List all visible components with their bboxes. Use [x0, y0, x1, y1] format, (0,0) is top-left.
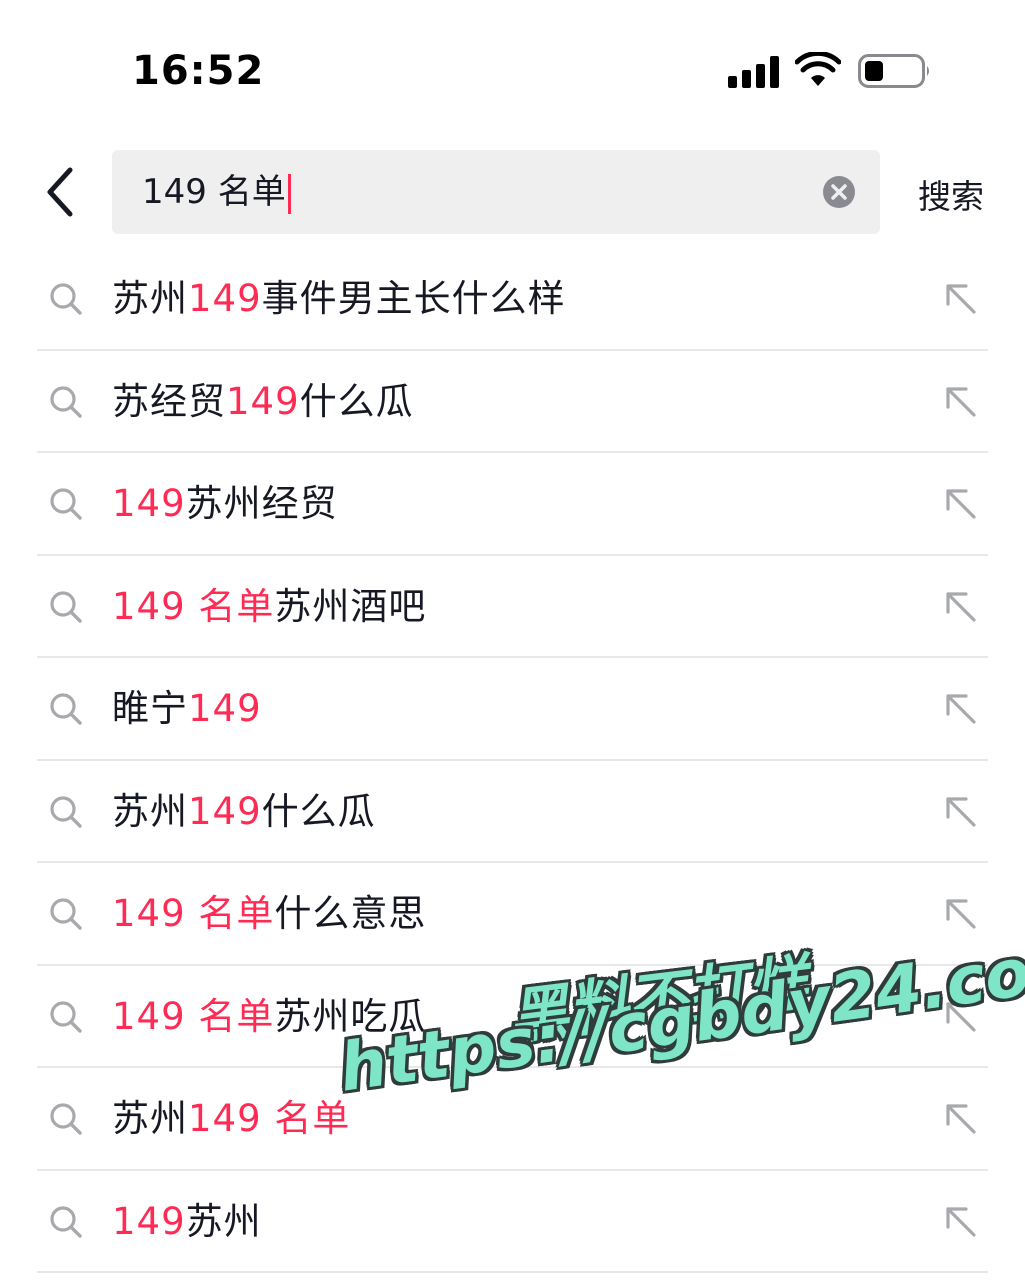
suggestion-item[interactable]: 苏州149什么瓜 [0, 761, 1025, 864]
search-icon [50, 1000, 82, 1033]
suggestion-item[interactable]: 苏州149 名单 [0, 1068, 1025, 1171]
back-button[interactable] [36, 160, 88, 224]
suggestion-item[interactable]: 149 名单苏州吃瓜 [0, 966, 1025, 1069]
search-suggestions-screen: 16:52 149 名单 搜索 苏州149事件男主长什么样 苏经贸149什么瓜 … [0, 0, 1025, 1280]
suggestion-text: 苏州149 名单 [112, 1068, 350, 1170]
suggestion-segment: 苏经贸 [112, 379, 226, 423]
search-icon [50, 283, 82, 315]
text-caret [288, 174, 291, 214]
suggestion-text: 苏州149什么瓜 [112, 761, 376, 863]
suggestion-segment: 苏州酒吧 [274, 584, 427, 628]
suggestion-highlight: 149 名单 [112, 892, 275, 935]
battery-icon [858, 54, 929, 88]
suggestion-highlight: 149 [226, 379, 300, 423]
fill-query-arrow-icon[interactable] [940, 381, 980, 421]
suggestion-segment: 苏州 [112, 1097, 188, 1140]
search-icon [50, 795, 82, 828]
suggestion-segment: 苏州 [185, 1199, 262, 1243]
search-input[interactable]: 149 名单 [142, 150, 286, 234]
suggestion-item[interactable]: 149苏州 [0, 1171, 1025, 1274]
suggestion-segment: 什么瓜 [299, 379, 414, 423]
fill-query-arrow-icon[interactable] [940, 893, 980, 933]
search-submit-button[interactable]: 搜索 [918, 170, 984, 218]
suggestion-highlight: 149 [112, 1199, 186, 1243]
suggestion-text: 苏州149事件男主长什么样 [112, 248, 566, 350]
suggestion-item[interactable]: 149 名单苏州酒吧 [0, 556, 1025, 659]
fill-query-arrow-icon[interactable] [940, 1201, 980, 1241]
search-icon [50, 385, 82, 418]
suggestion-highlight: 149 [112, 482, 186, 525]
suggestion-text: 睢宁149 [112, 658, 262, 760]
suggestion-highlight: 149 [188, 789, 262, 833]
suggestion-highlight: 149 名单 [188, 1097, 351, 1140]
suggestion-list: 苏州149事件男主长什么样 苏经贸149什么瓜 149苏州经贸 149 名单苏州酒吧睢… [0, 248, 1025, 1273]
suggestion-segment: 苏州 [112, 277, 188, 320]
cellular-signal-icon [728, 56, 780, 88]
search-icon [50, 1103, 82, 1135]
status-bar: 16:52 [0, 0, 1025, 130]
suggestion-text: 149苏州经贸 [112, 453, 338, 555]
suggestion-highlight: 149 [188, 687, 262, 730]
fill-query-arrow-icon[interactable] [940, 1098, 980, 1138]
suggestion-segment: 苏州吃瓜 [274, 994, 427, 1038]
suggestion-item[interactable]: 睢宁149 [0, 658, 1025, 761]
suggestion-item[interactable]: 149苏州经贸 [0, 453, 1025, 556]
suggestion-text: 149苏州 [112, 1171, 262, 1273]
suggestion-highlight: 149 名单 [112, 994, 275, 1038]
search-icon [50, 1205, 82, 1238]
suggestion-segment: 苏州经贸 [185, 482, 338, 525]
suggestion-highlight: 149 [188, 277, 262, 320]
suggestion-text: 苏经贸149什么瓜 [112, 351, 414, 453]
search-icon [50, 488, 82, 520]
suggestion-text: 149 名单苏州吃瓜 [112, 966, 426, 1068]
fill-query-arrow-icon[interactable] [940, 996, 980, 1036]
suggestion-segment: 什么瓜 [261, 789, 376, 833]
suggestion-segment: 什么意思 [274, 892, 427, 935]
fill-query-arrow-icon[interactable] [940, 278, 980, 318]
fill-query-arrow-icon[interactable] [940, 586, 980, 626]
fill-query-arrow-icon[interactable] [940, 791, 980, 831]
search-box[interactable]: 149 名单 [112, 150, 880, 234]
suggestion-item[interactable]: 苏经贸149什么瓜 [0, 351, 1025, 454]
suggestion-segment: 睢宁 [112, 687, 188, 730]
clear-input-button[interactable] [822, 175, 856, 209]
search-icon [50, 590, 82, 623]
status-time: 16:52 [132, 48, 265, 94]
search-icon [50, 693, 82, 725]
suggestion-segment: 苏州 [112, 789, 188, 833]
suggestion-highlight: 149 名单 [112, 584, 275, 628]
fill-query-arrow-icon[interactable] [940, 483, 980, 523]
suggestion-item[interactable]: 149 名单什么意思 [0, 863, 1025, 966]
search-icon [50, 898, 82, 930]
fill-query-arrow-icon[interactable] [940, 688, 980, 728]
suggestion-text: 149 名单苏州酒吧 [112, 556, 426, 658]
wifi-icon [795, 52, 841, 86]
suggestion-segment: 事件男主长什么样 [261, 277, 566, 320]
suggestion-text: 149 名单什么意思 [112, 863, 426, 965]
suggestion-item[interactable]: 苏州149事件男主长什么样 [0, 248, 1025, 351]
